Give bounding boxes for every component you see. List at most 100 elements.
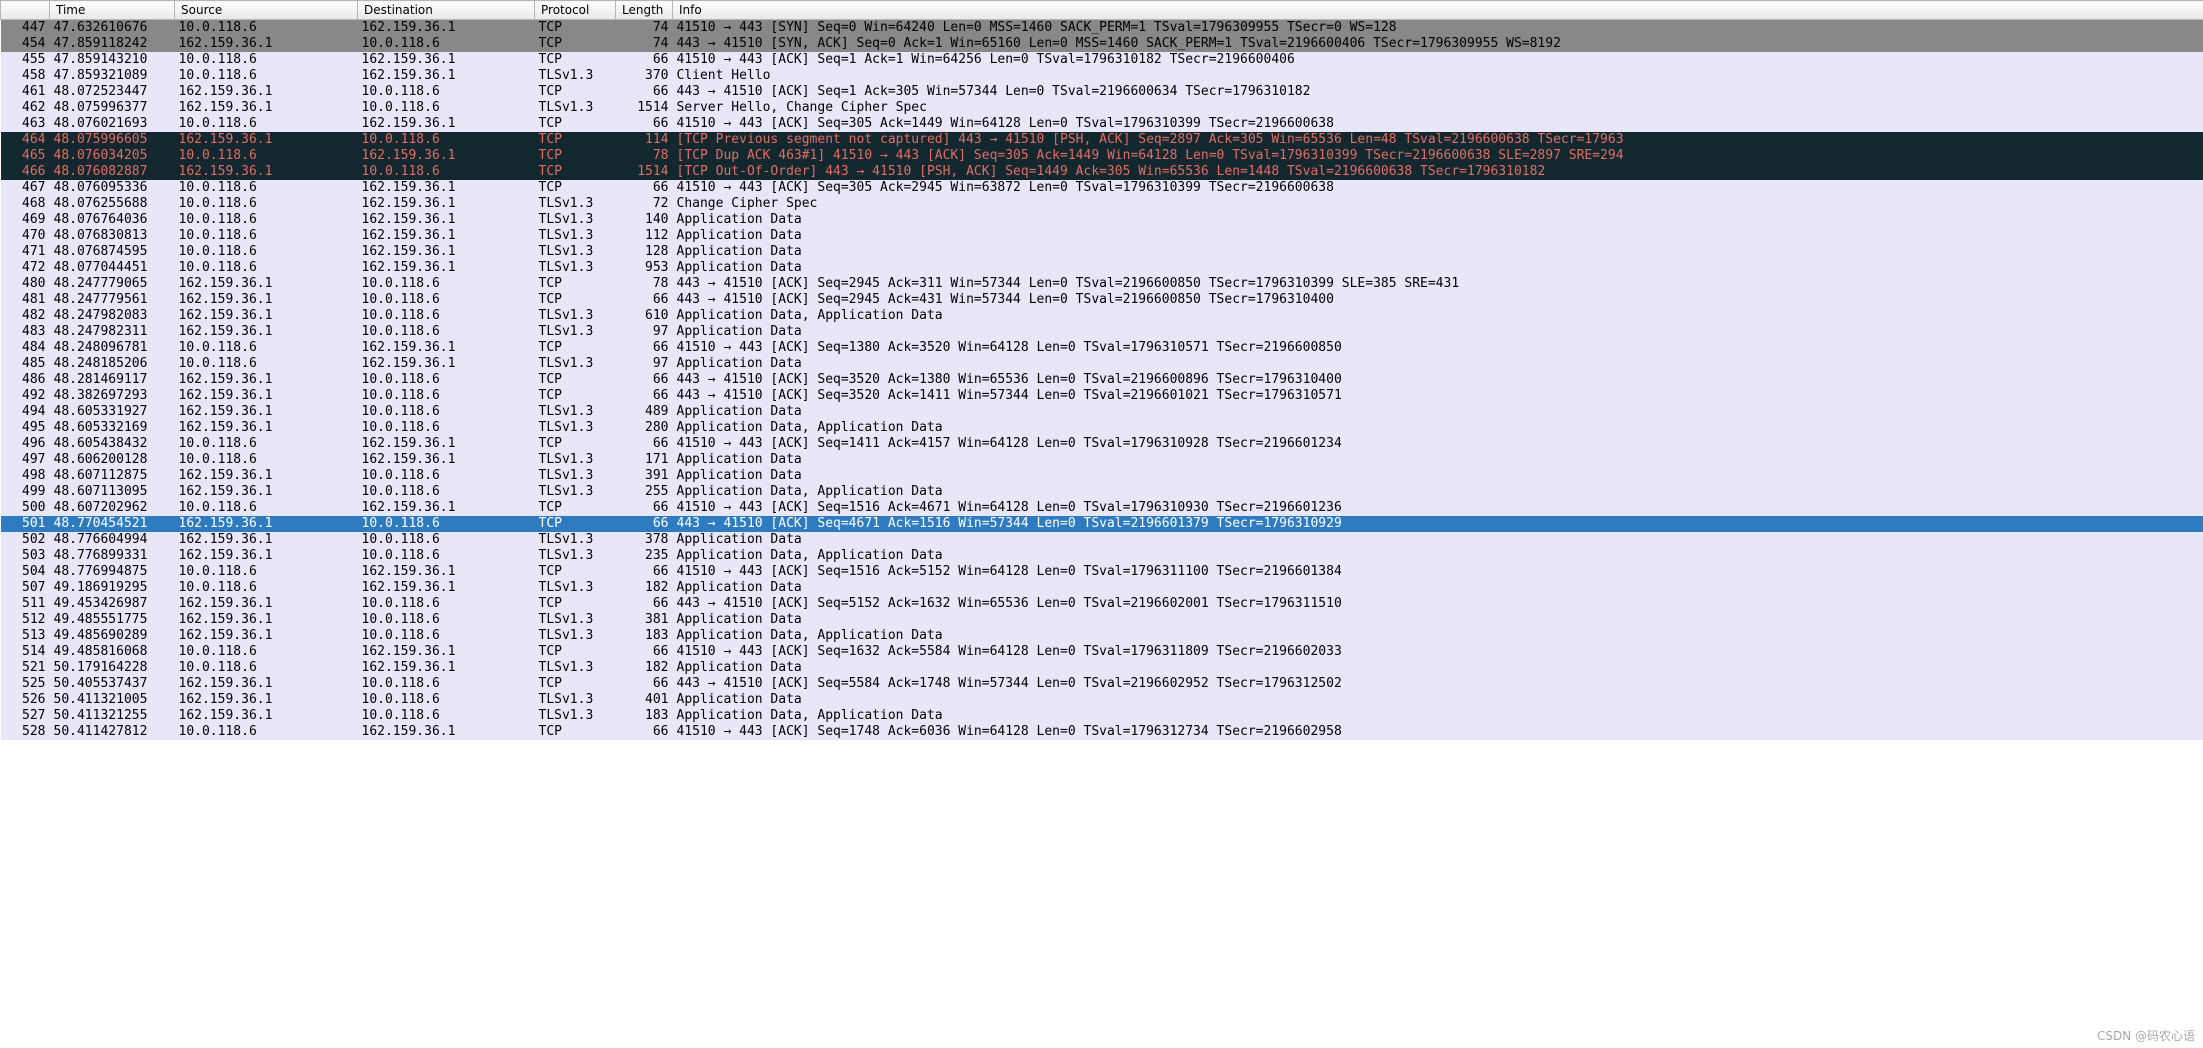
table-row[interactable]: 48648.281469117162.159.36.110.0.118.6TCP… — [1, 372, 2203, 388]
table-row[interactable]: 52550.405537437162.159.36.110.0.118.6TCP… — [1, 676, 2203, 692]
packet-info: Application Data — [673, 692, 2203, 708]
packet-protocol: TCP — [535, 436, 616, 452]
table-row[interactable]: 48348.247982311162.159.36.110.0.118.6TLS… — [1, 324, 2203, 340]
col-length[interactable]: Length — [616, 1, 673, 20]
table-row[interactable]: 50348.776899331162.159.36.110.0.118.6TLS… — [1, 548, 2203, 564]
table-row[interactable]: 48048.247779065162.159.36.110.0.118.6TCP… — [1, 276, 2203, 292]
packet-length: 953 — [616, 260, 673, 276]
table-row[interactable]: 49548.605332169162.159.36.110.0.118.6TLS… — [1, 420, 2203, 436]
col-time[interactable]: Time — [50, 1, 175, 20]
table-row[interactable]: 46648.076082887162.159.36.110.0.118.6TCP… — [1, 164, 2203, 180]
packet-info: Server Hello, Change Cipher Spec — [673, 100, 2203, 116]
packet-destination: 162.159.36.1 — [358, 228, 535, 244]
col-source[interactable]: Source — [175, 1, 358, 20]
packet-destination: 10.0.118.6 — [358, 292, 535, 308]
packet-source: 10.0.118.6 — [175, 356, 358, 372]
packet-time: 48.776994875 — [50, 564, 175, 580]
packet-source: 162.159.36.1 — [175, 548, 358, 564]
packet-protocol: TLSv1.3 — [535, 260, 616, 276]
packet-protocol: TCP — [535, 388, 616, 404]
table-row[interactable]: 51249.485551775162.159.36.110.0.118.6TLS… — [1, 612, 2203, 628]
packet-protocol: TCP — [535, 564, 616, 580]
table-row[interactable]: 52750.411321255162.159.36.110.0.118.6TLS… — [1, 708, 2203, 724]
packet-source: 162.159.36.1 — [175, 676, 358, 692]
packet-source: 10.0.118.6 — [175, 644, 358, 660]
packet-length: 74 — [616, 36, 673, 52]
col-destination[interactable]: Destination — [358, 1, 535, 20]
table-row[interactable]: 46748.07609533610.0.118.6162.159.36.1TCP… — [1, 180, 2203, 196]
table-row[interactable]: 46248.075996377162.159.36.110.0.118.6TLS… — [1, 100, 2203, 116]
packet-protocol: TLSv1.3 — [535, 660, 616, 676]
table-row[interactable]: 49748.60620012810.0.118.6162.159.36.1TLS… — [1, 452, 2203, 468]
table-row[interactable]: 46948.07676403610.0.118.6162.159.36.1TLS… — [1, 212, 2203, 228]
table-row[interactable]: 52850.41142781210.0.118.6162.159.36.1TCP… — [1, 724, 2203, 740]
col-protocol[interactable]: Protocol — [535, 1, 616, 20]
table-row[interactable]: 50048.60720296210.0.118.6162.159.36.1TCP… — [1, 500, 2203, 516]
packet-source: 10.0.118.6 — [175, 436, 358, 452]
packet-destination: 162.159.36.1 — [358, 244, 535, 260]
table-row[interactable]: 46848.07625568810.0.118.6162.159.36.1TLS… — [1, 196, 2203, 212]
packet-protocol: TCP — [535, 164, 616, 180]
table-row[interactable]: 52650.411321005162.159.36.110.0.118.6TLS… — [1, 692, 2203, 708]
table-row[interactable]: 45447.859118242162.159.36.110.0.118.6TCP… — [1, 36, 2203, 52]
table-row[interactable]: 48248.247982083162.159.36.110.0.118.6TLS… — [1, 308, 2203, 324]
packet-info: 41510 → 443 [SYN] Seq=0 Win=64240 Len=0 … — [673, 20, 2203, 37]
packet-no: 511 — [1, 596, 50, 612]
packet-list-table[interactable]: Time Source Destination Protocol Length … — [0, 0, 2203, 740]
table-row[interactable]: 52150.17916422810.0.118.6162.159.36.1TLS… — [1, 660, 2203, 676]
packet-protocol: TLSv1.3 — [535, 196, 616, 212]
table-row[interactable]: 49448.605331927162.159.36.110.0.118.6TLS… — [1, 404, 2203, 420]
table-row[interactable]: 47248.07704445110.0.118.6162.159.36.1TLS… — [1, 260, 2203, 276]
table-row[interactable]: 51449.48581606810.0.118.6162.159.36.1TCP… — [1, 644, 2203, 660]
packet-no: 485 — [1, 356, 50, 372]
packet-length: 171 — [616, 452, 673, 468]
packet-length: 235 — [616, 548, 673, 564]
col-info[interactable]: Info — [673, 1, 2203, 20]
packet-destination: 162.159.36.1 — [358, 196, 535, 212]
table-row[interactable]: 49648.60543843210.0.118.6162.159.36.1TCP… — [1, 436, 2203, 452]
packet-length: 78 — [616, 148, 673, 164]
col-no[interactable] — [1, 1, 50, 20]
packet-time: 47.859321089 — [50, 68, 175, 84]
table-row[interactable]: 46448.075996605162.159.36.110.0.118.6TCP… — [1, 132, 2203, 148]
packet-destination: 10.0.118.6 — [358, 84, 535, 100]
packet-destination: 10.0.118.6 — [358, 36, 535, 52]
packet-length: 66 — [616, 340, 673, 356]
packet-no: 526 — [1, 692, 50, 708]
table-row[interactable]: 51349.485690289162.159.36.110.0.118.6TLS… — [1, 628, 2203, 644]
table-row[interactable]: 47148.07687459510.0.118.6162.159.36.1TLS… — [1, 244, 2203, 260]
table-row[interactable]: 49848.607112875162.159.36.110.0.118.6TLS… — [1, 468, 2203, 484]
packet-no: 447 — [1, 20, 50, 37]
packet-info: 41510 → 443 [ACK] Seq=1748 Ack=6036 Win=… — [673, 724, 2203, 740]
table-row[interactable]: 48148.247779561162.159.36.110.0.118.6TCP… — [1, 292, 2203, 308]
packet-source: 162.159.36.1 — [175, 324, 358, 340]
packet-protocol: TLSv1.3 — [535, 628, 616, 644]
packet-protocol: TCP — [535, 372, 616, 388]
table-row[interactable]: 50148.770454521162.159.36.110.0.118.6TCP… — [1, 516, 2203, 532]
packet-source: 10.0.118.6 — [175, 116, 358, 132]
column-header-row: Time Source Destination Protocol Length … — [1, 1, 2203, 20]
table-row[interactable]: 46148.072523447162.159.36.110.0.118.6TCP… — [1, 84, 2203, 100]
table-row[interactable]: 48548.24818520610.0.118.6162.159.36.1TLS… — [1, 356, 2203, 372]
packet-length: 66 — [616, 644, 673, 660]
packet-protocol: TCP — [535, 84, 616, 100]
table-row[interactable]: 50749.18691929510.0.118.6162.159.36.1TLS… — [1, 580, 2203, 596]
table-row[interactable]: 46548.07603420510.0.118.6162.159.36.1TCP… — [1, 148, 2203, 164]
table-row[interactable]: 45847.85932108910.0.118.6162.159.36.1TLS… — [1, 68, 2203, 84]
table-row[interactable]: 46348.07602169310.0.118.6162.159.36.1TCP… — [1, 116, 2203, 132]
table-row[interactable]: 45547.85914321010.0.118.6162.159.36.1TCP… — [1, 52, 2203, 68]
table-row[interactable]: 49248.382697293162.159.36.110.0.118.6TCP… — [1, 388, 2203, 404]
packet-destination: 162.159.36.1 — [358, 436, 535, 452]
table-row[interactable]: 50448.77699487510.0.118.6162.159.36.1TCP… — [1, 564, 2203, 580]
table-row[interactable]: 51149.453426987162.159.36.110.0.118.6TCP… — [1, 596, 2203, 612]
packet-time: 48.248096781 — [50, 340, 175, 356]
table-row[interactable]: 44747.63261067610.0.118.6162.159.36.1TCP… — [1, 20, 2203, 37]
packet-destination: 162.159.36.1 — [358, 116, 535, 132]
packet-protocol: TCP — [535, 132, 616, 148]
packet-destination: 10.0.118.6 — [358, 404, 535, 420]
table-row[interactable]: 48448.24809678110.0.118.6162.159.36.1TCP… — [1, 340, 2203, 356]
packet-time: 48.072523447 — [50, 84, 175, 100]
table-row[interactable]: 49948.607113095162.159.36.110.0.118.6TLS… — [1, 484, 2203, 500]
table-row[interactable]: 50248.776604994162.159.36.110.0.118.6TLS… — [1, 532, 2203, 548]
table-row[interactable]: 47048.07683081310.0.118.6162.159.36.1TLS… — [1, 228, 2203, 244]
